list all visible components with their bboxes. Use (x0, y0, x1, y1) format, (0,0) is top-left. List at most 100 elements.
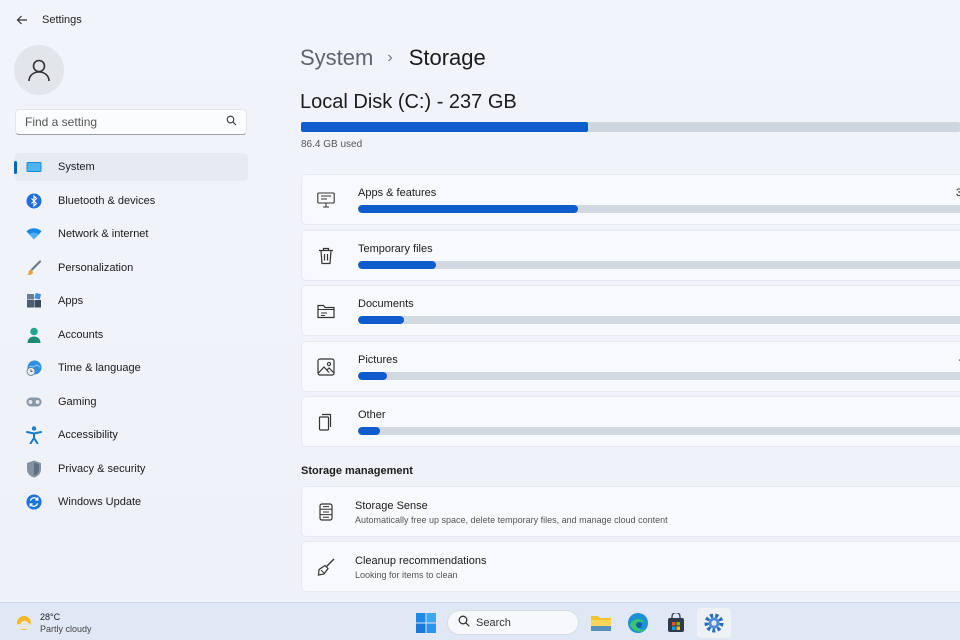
avatar[interactable] (14, 45, 64, 95)
accessibility-icon (26, 426, 42, 444)
search-input[interactable] (25, 115, 226, 129)
category-row-temporary[interactable]: Temporary files (301, 229, 960, 281)
sidebar: System Bluetooth & devices Network & int… (0, 40, 262, 600)
sidebar-item-label: Accounts (58, 328, 104, 341)
sidebar-item-label: Network & internet (58, 228, 149, 240)
app-title: Settings (42, 14, 82, 26)
sidebar-item-accessibility[interactable]: Accessibility (14, 421, 248, 449)
sidebar-item-label: Time & language (58, 362, 141, 374)
storage-sense-row[interactable]: Storage Sense Automatically free up spac… (301, 486, 960, 537)
sidebar-item-network[interactable]: Network & internet (14, 220, 248, 248)
sidebar-item-bluetooth[interactable]: Bluetooth & devices (14, 187, 248, 215)
sidebar-item-label: Privacy & security (58, 462, 146, 475)
disk-title: Local Disk (C:) - 237 GB (300, 91, 517, 113)
storage-sense-title: Storage Sense (355, 500, 428, 512)
sidebar-item-privacy[interactable]: Privacy & security (14, 455, 248, 483)
partly-cloudy-icon (14, 613, 34, 633)
storage-sense-icon (316, 502, 336, 522)
broom-icon (316, 557, 336, 577)
breadcrumb: System › Storage (300, 45, 486, 71)
brush-icon (26, 259, 42, 276)
weather-widget[interactable]: 28°C Partly cloudy (14, 611, 92, 635)
category-bar-fill (358, 205, 578, 213)
trash-icon (316, 246, 336, 266)
category-row-other[interactable]: Other (301, 396, 960, 447)
settings-app-icon[interactable] (697, 608, 731, 638)
category-row-apps[interactable]: Apps & features 3 (301, 174, 960, 225)
category-bar-fill (358, 316, 405, 324)
taskbar: 28°C Partly cloudy Search (0, 602, 960, 640)
settings-search[interactable] (15, 109, 247, 135)
category-bar-fill (358, 260, 437, 269)
cleanup-recommendations-row[interactable]: Cleanup recommendations Looking for item… (301, 541, 960, 592)
category-bar (358, 205, 960, 213)
category-bar (358, 371, 960, 380)
category-bar-fill (358, 371, 387, 380)
back-arrow-icon (16, 15, 27, 25)
sidebar-item-label: Windows Update (58, 496, 142, 508)
disk-usage-fill (301, 122, 588, 132)
title-bar: Settings (0, 0, 300, 40)
start-button[interactable] (415, 612, 437, 634)
sidebar-item-gaming[interactable]: Gaming (14, 388, 248, 416)
category-row-pictures[interactable]: Pictures - (301, 340, 960, 392)
search-icon (458, 614, 470, 632)
sidebar-item-time-language[interactable]: Time & language (14, 354, 248, 382)
category-name: Documents (358, 298, 414, 310)
sidebar-item-label: Bluetooth & devices (58, 194, 156, 207)
storage-category-list: Apps & features 3 Temporary files Docume… (301, 174, 960, 452)
taskbar-search-label: Search (476, 616, 511, 629)
breadcrumb-parent[interactable]: System (300, 45, 373, 71)
section-title-storage-management: Storage management (301, 465, 413, 477)
sidebar-item-label: Gaming (58, 395, 97, 408)
category-bar (358, 260, 960, 269)
sidebar-item-personalization[interactable]: Personalization (14, 254, 248, 282)
sidebar-item-label: Apps (58, 295, 84, 307)
sidebar-item-label: Accessibility (58, 429, 118, 441)
weather-text: 28°C Partly cloudy (40, 611, 92, 635)
sidebar-item-label: Personalization (58, 261, 134, 274)
category-bar (358, 316, 960, 324)
category-name: Pictures (358, 353, 398, 366)
category-bar (358, 427, 960, 435)
disk-usage-bar (301, 122, 960, 132)
file-copy-icon (316, 412, 336, 432)
store-icon[interactable] (664, 611, 688, 635)
person-icon (26, 327, 42, 343)
back-button[interactable] (12, 10, 32, 30)
category-name: Temporary files (358, 242, 433, 255)
category-name: Other (358, 409, 386, 421)
sidebar-item-windows-update[interactable]: Windows Update (14, 488, 248, 516)
update-icon (26, 494, 42, 510)
sidebar-item-apps[interactable]: Apps (14, 287, 248, 315)
main-content: System › Storage Local Disk (C:) - 237 G… (300, 40, 960, 600)
storage-sense-desc: Automatically free up space, delete temp… (355, 515, 668, 525)
search-icon[interactable] (226, 115, 237, 129)
system-icon (26, 159, 42, 175)
sidebar-item-accounts[interactable]: Accounts (14, 321, 248, 349)
category-name: Apps & features (358, 187, 437, 199)
page-title: Storage (408, 45, 486, 70)
sidebar-nav: System Bluetooth & devices Network & int… (14, 153, 248, 522)
edge-browser-icon[interactable] (626, 611, 650, 635)
settings-window: Settings System Bluetooth & devices Netw… (0, 0, 960, 602)
sidebar-item-system[interactable]: System (14, 153, 248, 181)
taskbar-search[interactable]: Search (447, 610, 579, 635)
windows-logo-icon (416, 613, 436, 633)
cleanup-desc: Looking for items to clean (355, 570, 458, 580)
file-explorer-icon[interactable] (589, 611, 613, 635)
weather-condition: Partly cloudy (40, 624, 92, 634)
gamepad-icon (26, 394, 42, 410)
cleanup-title: Cleanup recommendations (355, 555, 487, 567)
wifi-icon (26, 226, 42, 242)
globe-clock-icon (26, 360, 42, 376)
category-row-documents[interactable]: Documents (301, 285, 960, 336)
storage-management-list: Storage Sense Automatically free up spac… (301, 486, 960, 596)
apps-icon (26, 293, 42, 309)
image-icon (316, 357, 336, 377)
folder-icon (316, 301, 336, 321)
monitor-icon (316, 190, 336, 210)
chevron-right-icon: › (387, 49, 393, 66)
category-size: 3 (955, 187, 960, 199)
shield-icon (26, 460, 42, 477)
